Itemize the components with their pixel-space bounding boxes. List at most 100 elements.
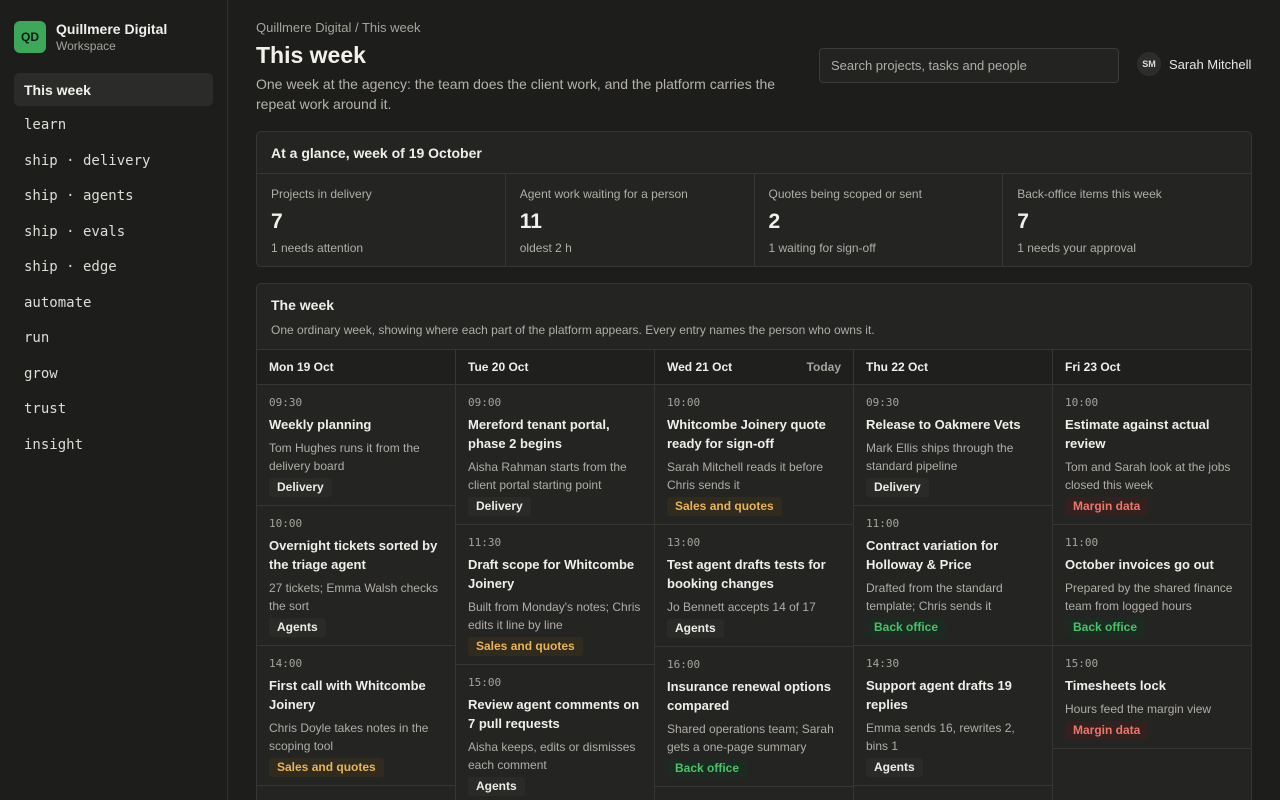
entry-title: Mereford tenant portal, phase 2 begins — [468, 417, 610, 451]
entry-title: Weekly planning — [269, 417, 372, 432]
day-label: Thu 22 Oct — [866, 360, 929, 374]
sidebar-item-ship-delivery[interactable]: ship · delivery — [14, 144, 213, 177]
stat-value: 2 — [768, 210, 781, 233]
day-label: Fri 23 Oct — [1065, 360, 1121, 374]
entry-time: 13:00 — [667, 536, 701, 549]
entry-tag: Agents — [468, 777, 525, 796]
week-description: One ordinary week, showing where each pa… — [271, 323, 875, 337]
day-label: Mon 19 Oct — [269, 360, 334, 374]
stat-label: Projects in delivery — [271, 187, 372, 201]
stat-note: 1 needs attention — [271, 241, 364, 255]
week-entry[interactable]: 14:30 Support agent drafts 19 replies Emma… — [854, 646, 1052, 786]
brand-name: Quillmere Digital — [56, 21, 168, 37]
sidebar-item-ship-agents[interactable]: ship · agents — [14, 180, 213, 213]
entry-time: 11:00 — [1065, 536, 1099, 549]
week-entry[interactable]: 09:30 Release to Oakmere Vets Mark Ellis s… — [854, 385, 1052, 506]
brand-subtitle: Workspace — [56, 39, 116, 53]
entry-title: Support agent drafts 19 replies — [866, 678, 1012, 712]
week-entry[interactable]: 09:30 Weekly planning Tom Hughes runs it f… — [257, 385, 455, 506]
stat-label: Back-office items this week — [1017, 187, 1162, 201]
entry-title: Insurance renewal options compared — [667, 679, 831, 713]
entry-description: Shared operations team; Sarah gets a one… — [667, 722, 834, 754]
entry-time: 11:30 — [468, 536, 502, 549]
entry-time: 11:00 — [866, 517, 900, 530]
day-column: Thu 22 Oct 09:30 Release to Oakmere Vets Ma… — [854, 350, 1053, 800]
user-menu[interactable]: SM Sarah Mitchell — [1137, 52, 1251, 76]
sidebar-item-grow[interactable]: grow — [14, 357, 213, 390]
entry-time: 10:00 — [667, 396, 701, 409]
sidebar-item-automate[interactable]: automate — [14, 286, 213, 319]
entry-tag: Delivery — [866, 478, 929, 497]
week-entry[interactable]: 11:30 Draft scope for Whitcombe Joinery Bu… — [456, 525, 654, 665]
entry-description: 27 tickets; Emma Walsh checks the sort — [269, 581, 438, 613]
main-content: Quillmere Digital / This week This week … — [228, 0, 1280, 800]
stat-projects-in-delivery[interactable]: Projects in delivery 7 1 needs attention — [257, 174, 506, 267]
stat-quotes[interactable]: Quotes being scoped or sent 2 1 waiting … — [755, 174, 1004, 267]
sidebar-item-ship-edge[interactable]: ship · edge — [14, 251, 213, 284]
entry-description: Sarah Mitchell reads it before Chris sen… — [667, 460, 824, 492]
search-input[interactable] — [819, 48, 1119, 83]
entry-title: Whitcombe Joinery quote ready for sign-o… — [667, 417, 826, 451]
sidebar-item-this-week[interactable]: This week — [14, 73, 213, 106]
entry-time: 09:30 — [269, 396, 303, 409]
stat-note: 1 waiting for sign-off — [768, 241, 876, 255]
at-a-glance-card: At a glance, week of 19 October Projects… — [256, 131, 1252, 267]
stat-note: oldest 2 h — [519, 241, 572, 255]
entry-tag: Agents — [667, 619, 724, 638]
entry-tag: Margin data — [1065, 497, 1149, 516]
entry-title: Estimate against actual review — [1065, 417, 1210, 451]
entry-tag: Back office — [1065, 618, 1146, 637]
week-entry[interactable]: 11:00 October invoices go out Prepared by … — [1053, 525, 1251, 646]
sidebar-item-insight[interactable]: insight — [14, 428, 213, 461]
stat-agent-work-waiting[interactable]: Agent work waiting for a person 11 oldes… — [506, 174, 755, 267]
week-entry[interactable]: 13:00 Test agent drafts tests for booking… — [655, 525, 853, 647]
entry-tag: Delivery — [468, 497, 531, 516]
sidebar-nav: This week learn ship · delivery ship · agen… — [14, 73, 213, 464]
entry-time: 16:00 — [667, 658, 701, 671]
week-grid: Mon 19 Oct 09:30 Weekly planning Tom Hughes… — [257, 349, 1251, 800]
stat-label: Quotes being scoped or sent — [768, 187, 922, 201]
week-entry[interactable]: 10:00 Whitcombe Joinery quote ready for s… — [655, 385, 853, 525]
sidebar-item-trust[interactable]: trust — [14, 393, 213, 426]
entry-time: 14:00 — [269, 657, 303, 670]
entry-tag: Sales and quotes — [468, 637, 583, 656]
week-entry[interactable]: 09:00 Mereford tenant portal, phase 2 beg… — [456, 385, 654, 525]
entry-title: Test agent drafts tests for booking chan… — [667, 557, 826, 591]
sidebar-item-ship-evals[interactable]: ship · evals — [14, 215, 213, 248]
entry-time: 10:00 — [1065, 396, 1099, 409]
entry-description: Aisha Rahman starts from the client port… — [468, 460, 627, 492]
week-entry[interactable]: 10:00 Estimate against actual review Tom a… — [1053, 385, 1251, 525]
week-entry[interactable]: 16:00 Insurance renewal options compared S… — [655, 647, 853, 787]
week-entry[interactable]: 11:00 Contract variation for Holloway & P… — [854, 506, 1052, 646]
sidebar-item-run[interactable]: run — [14, 322, 213, 355]
today-badge: Today — [806, 360, 841, 374]
entry-description: Mark Ellis ships through the standard pi… — [866, 441, 1014, 473]
entry-description: Drafted from the standard template; Chri… — [866, 581, 1003, 613]
stat-label: Agent work waiting for a person — [519, 187, 688, 201]
stat-note: 1 needs your approval — [1017, 241, 1136, 255]
day-column: Wed 21 Oct Today 10:00 Whitcombe Joinery qu… — [655, 350, 854, 800]
entry-title: Review agent comments on 7 pull requests — [468, 697, 640, 731]
brand-logo: QD — [14, 21, 46, 53]
breadcrumb: Quillmere Digital / This week — [256, 20, 421, 35]
week-card: The week One ordinary week, showing wher… — [256, 283, 1252, 800]
day-column: Fri 23 Oct 10:00 Estimate against actual r… — [1053, 350, 1251, 800]
entry-description: Tom and Sarah look at the jobs closed th… — [1065, 460, 1231, 492]
stat-back-office[interactable]: Back-office items this week 7 1 needs yo… — [1003, 174, 1251, 267]
entry-tag: Back office — [866, 618, 947, 637]
brand[interactable]: QD Quillmere Digital Workspace — [14, 21, 167, 53]
entry-description: Hours feed the margin view — [1065, 702, 1212, 716]
week-entry[interactable]: 15:00 Review agent comments on 7 pull req… — [456, 665, 654, 800]
entry-title: Contract variation for Holloway & Price — [866, 538, 999, 572]
entry-time: 09:30 — [866, 396, 900, 409]
entry-tag: Margin data — [1065, 721, 1149, 740]
sidebar-item-learn[interactable]: learn — [14, 109, 213, 142]
stat-value: 7 — [271, 210, 283, 233]
week-entry[interactable]: 10:00 Overnight tickets sorted by the tri… — [257, 506, 455, 646]
user-name: Sarah Mitchell — [1169, 56, 1252, 72]
day-column: Tue 20 Oct 09:00 Mereford tenant portal, p… — [456, 350, 655, 800]
entry-tag: Delivery — [269, 478, 332, 497]
week-entry[interactable]: 15:00 Timesheets lock Hours feed the margi… — [1053, 646, 1251, 749]
week-entry[interactable]: 14:00 First call with Whitcombe Joinery Ch… — [257, 646, 455, 786]
entry-time: 14:30 — [866, 657, 900, 670]
